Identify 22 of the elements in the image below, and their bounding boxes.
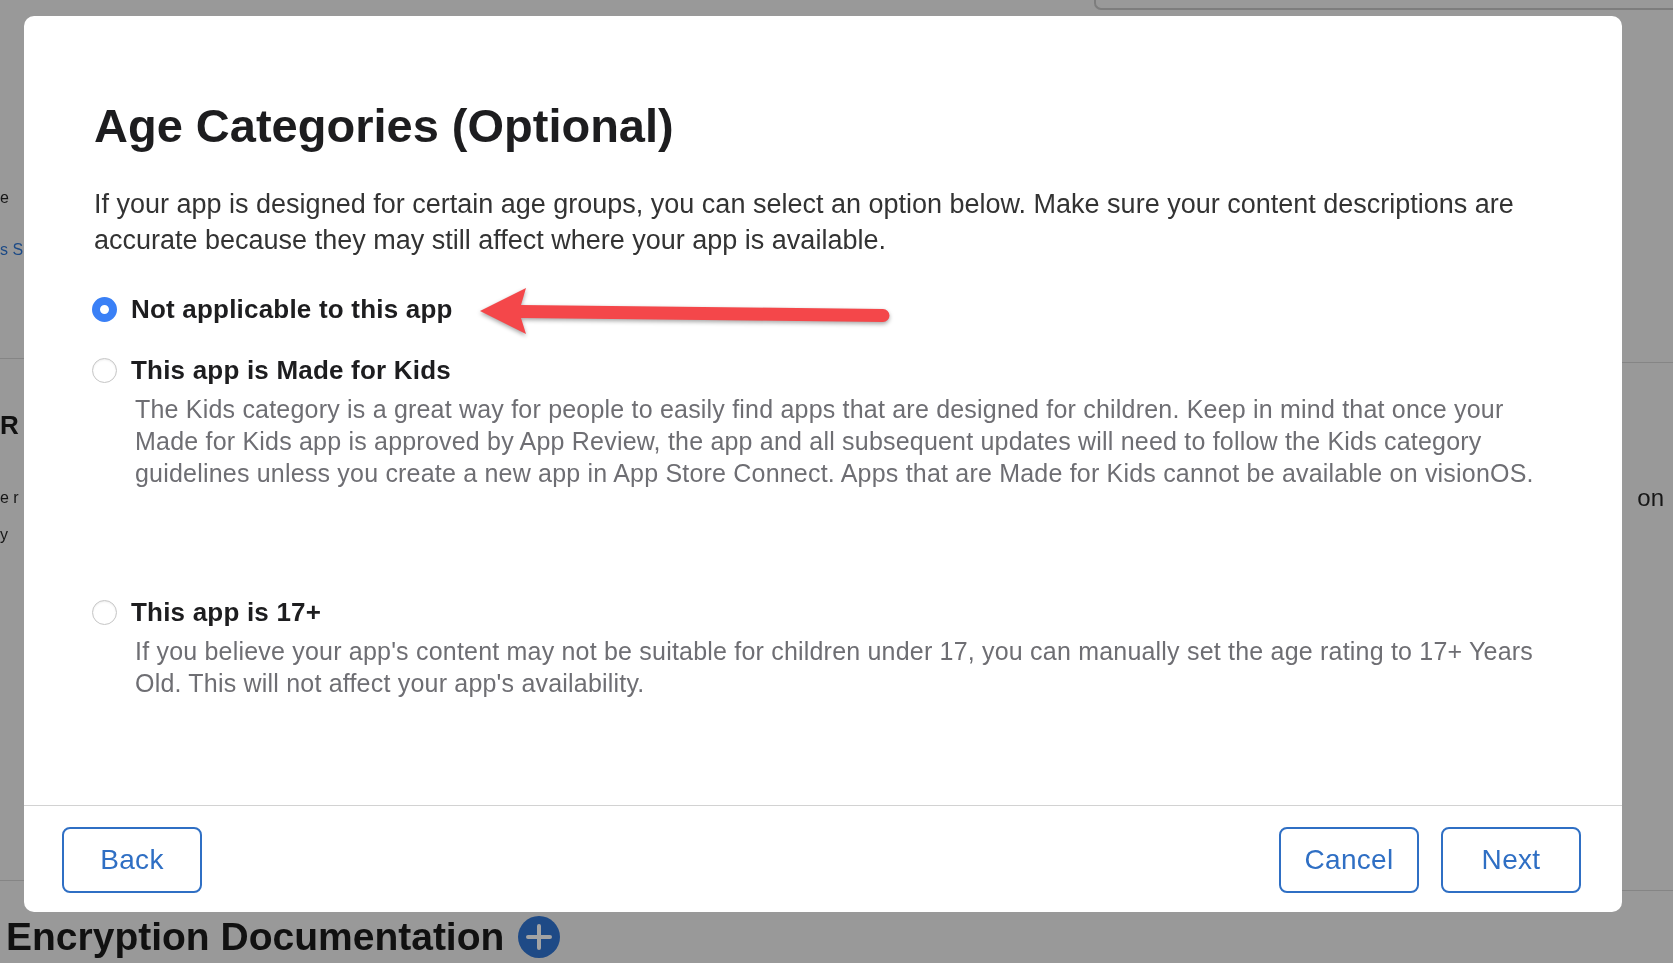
dialog-button[interactable]: Back [62, 827, 202, 893]
option-label[interactable]: This app is 17+ [131, 596, 322, 628]
background-text: e r [0, 488, 20, 508]
plus-circle-icon[interactable] [518, 916, 561, 958]
radio-button[interactable] [92, 599, 117, 625]
background-heading: R [0, 409, 20, 441]
option-label[interactable]: Not applicable to this app [131, 293, 453, 325]
background-text: on [1636, 484, 1665, 512]
background-link[interactable]: s S [0, 240, 24, 260]
dialog-button[interactable]: Cancel [1279, 827, 1419, 893]
radio-button[interactable] [92, 296, 117, 322]
option-description: If you believe your app's content may not be suitable for children under 17, you can manually set the age rating to 17+ Years Old. This will not affect your app's availability. [135, 636, 1534, 699]
text-field[interactable] [1094, 0, 1673, 10]
radio-button[interactable] [92, 357, 117, 383]
dialog-description: If your app is designed for certain age groups, you can select an option below. Make sure your content descriptions are accurate because they may still affect where your app is available. [94, 188, 1515, 257]
dialog-title: Age Categories (Optional) [94, 98, 674, 154]
section-heading: Encryption Documentation [6, 916, 505, 958]
dialog-button[interactable]: Next [1441, 827, 1581, 893]
option-description: The Kids category is a great way for people to easily find apps that are designed for children. Keep in mind that once your Made for Kids app is approved by App Review, the app and all subsequent updates will need to follow the Kids category guidelines unless you create a new app in App Store Connect. Apps that are Made for Kids cannot be available on visionOS. [135, 394, 1535, 489]
background-text: e [0, 188, 10, 208]
option-label[interactable]: This app is Made for Kids [131, 354, 451, 386]
background-text: y [0, 525, 9, 545]
